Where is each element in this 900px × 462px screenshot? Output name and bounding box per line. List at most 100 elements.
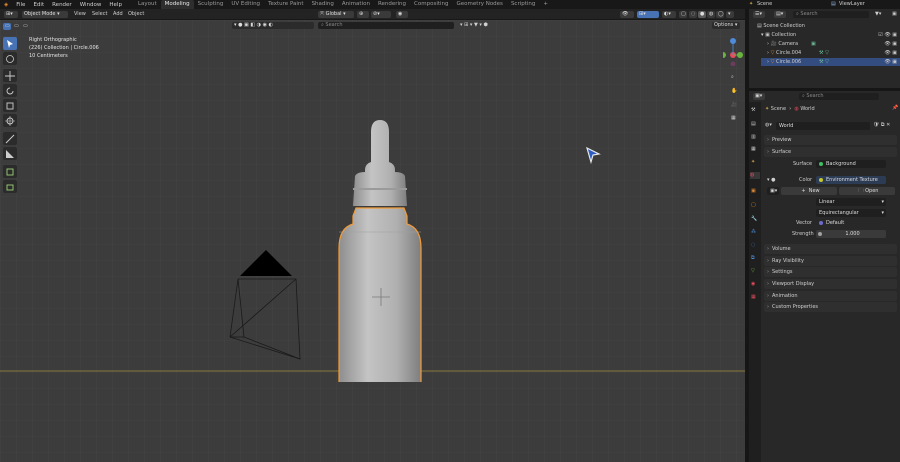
tab-texture-paint[interactable]: Texture Paint: [264, 0, 308, 9]
tool-transform[interactable]: [3, 114, 17, 127]
snap-tools-group[interactable]: ▾ ● ▣ ◧ ◑ ◉ ◐: [232, 22, 314, 29]
tab-particles-icon[interactable]: ⁂: [751, 229, 756, 236]
panel-volume[interactable]: Volume: [764, 244, 897, 254]
outliner-search-input[interactable]: ⌕ Search: [793, 11, 869, 18]
panel-preview[interactable]: Preview: [764, 135, 897, 145]
panel-viewport-display[interactable]: Viewport Display: [764, 279, 897, 289]
menu-render[interactable]: Render: [48, 2, 76, 8]
menu-edit[interactable]: Edit: [29, 2, 48, 8]
menu-select[interactable]: Select: [92, 11, 107, 18]
image-browse-button[interactable]: ▣▾: [767, 187, 779, 195]
pivot-button[interactable]: ⊕: [357, 11, 369, 18]
tool-annotate[interactable]: [3, 132, 17, 145]
strength-field[interactable]: 1.000: [816, 230, 886, 238]
tab-animation[interactable]: Animation: [338, 0, 374, 9]
camera-visibility-icons[interactable]: 👁 ▣: [884, 40, 897, 48]
tab-shading[interactable]: Shading: [308, 0, 338, 9]
panel-custom-properties[interactable]: Custom Properties: [764, 302, 897, 312]
blender-logo-icon[interactable]: ◈: [0, 2, 12, 8]
properties-search-input[interactable]: ⌕ Search: [799, 93, 879, 100]
shading-rendered-button[interactable]: ◯: [716, 11, 724, 18]
menu-view[interactable]: View: [74, 11, 86, 18]
transform-orientation-selector[interactable]: ⤧ Global ▾: [318, 11, 354, 18]
options-dropdown[interactable]: Options ▾: [712, 22, 740, 29]
outliner-display-mode-button[interactable]: ▤▾: [774, 11, 786, 18]
tab-compositing[interactable]: Compositing: [410, 0, 452, 9]
tab-modeling[interactable]: Modeling: [160, 0, 194, 9]
tab-collection-icon[interactable]: ▣: [751, 188, 756, 195]
tool-rotate[interactable]: [3, 84, 17, 97]
tab-render-icon[interactable]: ▤: [751, 121, 756, 128]
3d-viewport[interactable]: [0, 20, 745, 462]
tab-scene-icon[interactable]: ✦: [751, 159, 755, 166]
add-workspace-button[interactable]: +: [539, 0, 552, 9]
tab-uv-editing[interactable]: UV Editing: [227, 0, 264, 9]
shading-material-button[interactable]: ◍: [707, 11, 715, 18]
properties-editor-type-button[interactable]: ▣▾: [753, 93, 765, 100]
menu-help[interactable]: Help: [105, 2, 126, 8]
xray-toggle[interactable]: ▢: [679, 11, 687, 18]
tab-rendering[interactable]: Rendering: [374, 0, 410, 9]
pan-hand-icon[interactable]: ✋: [731, 88, 737, 95]
circle-004-visibility-icons[interactable]: 👁 ▣: [884, 49, 897, 57]
outliner-editor-type-button[interactable]: ☰▾: [753, 11, 765, 18]
viewport-search-input[interactable]: ⌕ Search: [318, 22, 454, 29]
outliner-item-camera[interactable]: › 🎥 Camera ▣ 👁 ▣: [767, 40, 900, 48]
outliner-filter-icon[interactable]: ▼▾: [875, 11, 881, 18]
select-box-mode-button[interactable]: ▭: [3, 23, 11, 30]
scene-collection-row[interactable]: ▤ Scene Collection: [757, 22, 805, 30]
world-fake-user-icons[interactable]: 🛡 ⧉ ✕: [873, 122, 890, 129]
camera-object[interactable]: [226, 246, 306, 366]
tab-constraints-icon[interactable]: ⧉: [751, 255, 755, 262]
pin-icon[interactable]: 📌: [892, 105, 898, 112]
tab-view-layer-icon[interactable]: ▦: [751, 146, 756, 153]
outliner-item-circle-004[interactable]: › ▽ Circle.004 ⚒ ▽ 👁 ▣: [767, 49, 900, 57]
tab-data-icon[interactable]: ▽: [751, 268, 755, 275]
color-input-field[interactable]: Environment Texture: [816, 176, 886, 184]
collection-visibility-icons[interactable]: ☑ 👁 ▣: [878, 31, 897, 39]
tab-texture-icon[interactable]: ▦: [751, 294, 756, 301]
interpolation-select[interactable]: Linear ▾: [816, 198, 886, 206]
panel-ray-visibility[interactable]: Ray Visibility: [764, 256, 897, 266]
filter-dropdown-icon[interactable]: ▾ ⊞ ▾ ▼ ▾ ⬢: [460, 22, 488, 29]
shading-wireframe-button[interactable]: ◌: [689, 11, 697, 18]
tool-move[interactable]: [3, 69, 17, 82]
shading-options-button[interactable]: ▾: [726, 11, 734, 18]
scene-name[interactable]: Scene: [757, 1, 772, 8]
tab-material-icon[interactable]: ◉: [751, 281, 755, 288]
shading-solid-button[interactable]: ●: [698, 11, 706, 18]
tab-world-icon[interactable]: ◍: [750, 172, 760, 179]
new-image-button[interactable]: + New: [781, 187, 837, 195]
projection-select[interactable]: Equirectangular ▾: [816, 209, 886, 217]
gizmo-toggle[interactable]: ⊞▾: [637, 11, 659, 18]
tab-physics-icon[interactable]: ◌: [751, 242, 755, 249]
snap-button[interactable]: ⊘▾: [371, 11, 391, 18]
overlay-toggle[interactable]: ◐▾: [662, 11, 676, 18]
tool-cursor[interactable]: [3, 52, 17, 65]
zoom-icon[interactable]: ⌕: [731, 74, 734, 81]
menu-window[interactable]: Window: [76, 2, 106, 8]
ortho-grid-icon[interactable]: ▦: [731, 115, 736, 122]
menu-object[interactable]: Object: [128, 11, 144, 18]
panel-animation[interactable]: Animation: [764, 291, 897, 301]
camera-view-icon[interactable]: 🎥: [731, 102, 737, 109]
menu-add[interactable]: Add: [113, 11, 123, 18]
tab-tool-icon[interactable]: ⚒: [751, 107, 755, 114]
tool-extrude[interactable]: [3, 180, 17, 193]
tab-layout[interactable]: Layout: [134, 0, 161, 9]
circle-006-visibility-icons[interactable]: 👁 ▣: [884, 58, 897, 66]
tab-object-icon[interactable]: ▢: [751, 202, 756, 209]
mode-selector[interactable]: Object Mode ▾: [22, 11, 68, 18]
tab-geometry-nodes[interactable]: Geometry Nodes: [453, 0, 507, 9]
visibility-toggle[interactable]: 👁: [620, 11, 634, 18]
editor-type-button[interactable]: ⊞▾: [4, 11, 18, 18]
tab-sculpting[interactable]: Sculpting: [194, 0, 228, 9]
select-extend-button[interactable]: ▭: [12, 23, 20, 30]
panel-settings[interactable]: Settings: [764, 267, 897, 277]
collection-row[interactable]: ▾ ▣ Collection ☑ 👁 ▣: [761, 31, 900, 39]
tool-scale[interactable]: [3, 99, 17, 112]
tab-output-icon[interactable]: ▥: [751, 134, 756, 141]
navigation-gizmo[interactable]: [720, 36, 743, 67]
tab-modifier-icon[interactable]: 🔧: [751, 216, 757, 223]
open-image-button[interactable]: 🗀 Open: [839, 187, 895, 195]
